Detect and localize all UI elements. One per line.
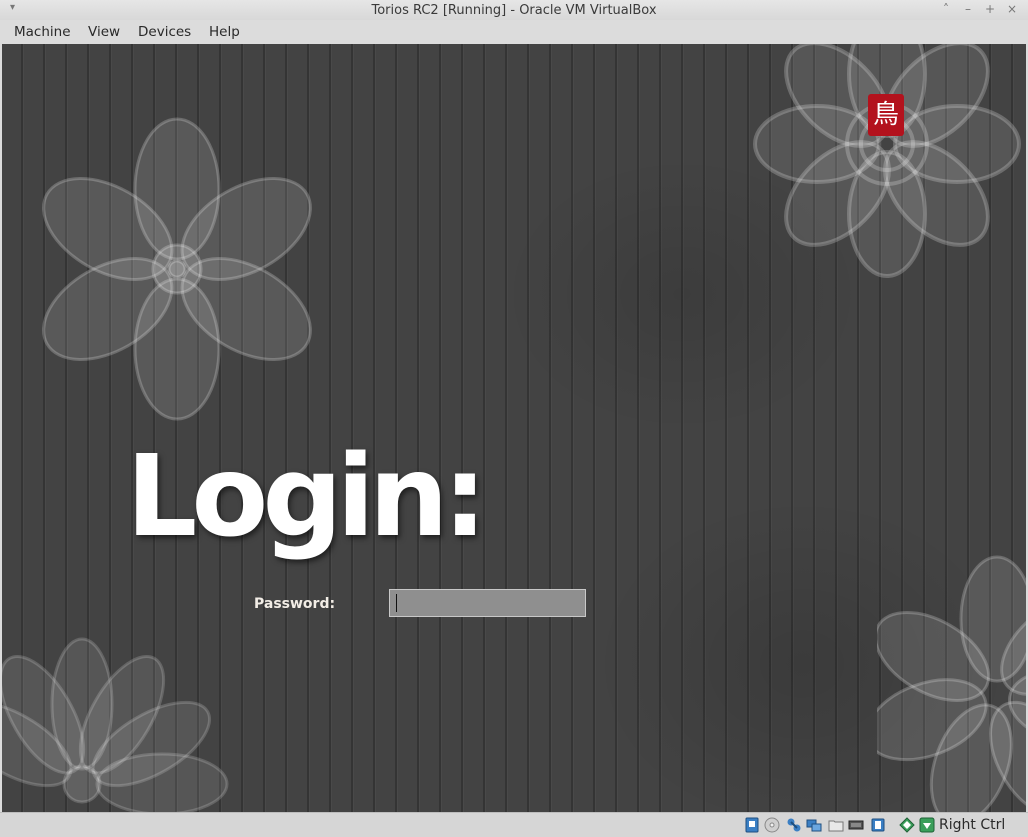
guest-display[interactable]: 鳥 Login: Password: [2,44,1026,812]
virtualbox-window: ▾ Torios RC2 [Running] - Oracle VM Virtu… [0,0,1028,837]
flower-decoration-icon [42,117,312,421]
password-label: Password: [254,596,336,612]
optical-drive-icon[interactable] [764,817,780,833]
menu-bar: Machine View Devices Help [0,20,1028,44]
mouse-integration-icon[interactable] [899,817,915,833]
close-button[interactable]: × [1004,1,1020,17]
flower-decoration-icon [877,555,1026,812]
login-heading: Login: [126,432,487,562]
menu-view[interactable]: View [88,23,120,41]
hard-disk-icon[interactable] [744,817,760,833]
flower-decoration-icon [2,637,229,812]
minimize-button[interactable]: – [960,1,976,17]
host-key-label: Right Ctrl [939,817,1006,833]
window-title: Torios RC2 [Running] - Oracle VM Virtual… [371,3,657,18]
menu-help[interactable]: Help [209,23,240,41]
menu-machine[interactable]: Machine [14,23,71,41]
minimize-icon[interactable]: ˄ [938,1,954,17]
display-icon[interactable] [848,817,864,833]
maximize-button[interactable]: + [982,1,998,17]
video-capture-icon[interactable] [870,817,886,833]
distro-logo: 鳥 [868,94,904,136]
shared-network-icon[interactable] [806,817,822,833]
keyboard-capture-icon[interactable] [919,817,935,833]
menu-devices[interactable]: Devices [138,23,191,41]
shared-folders-icon[interactable] [828,817,844,833]
text-caret [396,594,397,612]
password-field[interactable] [389,589,586,617]
network-icon[interactable] [786,817,802,833]
status-bar: Right Ctrl [0,812,1028,837]
flower-decoration-icon [753,44,1021,278]
title-bar[interactable]: ▾ Torios RC2 [Running] - Oracle VM Virtu… [0,0,1028,20]
